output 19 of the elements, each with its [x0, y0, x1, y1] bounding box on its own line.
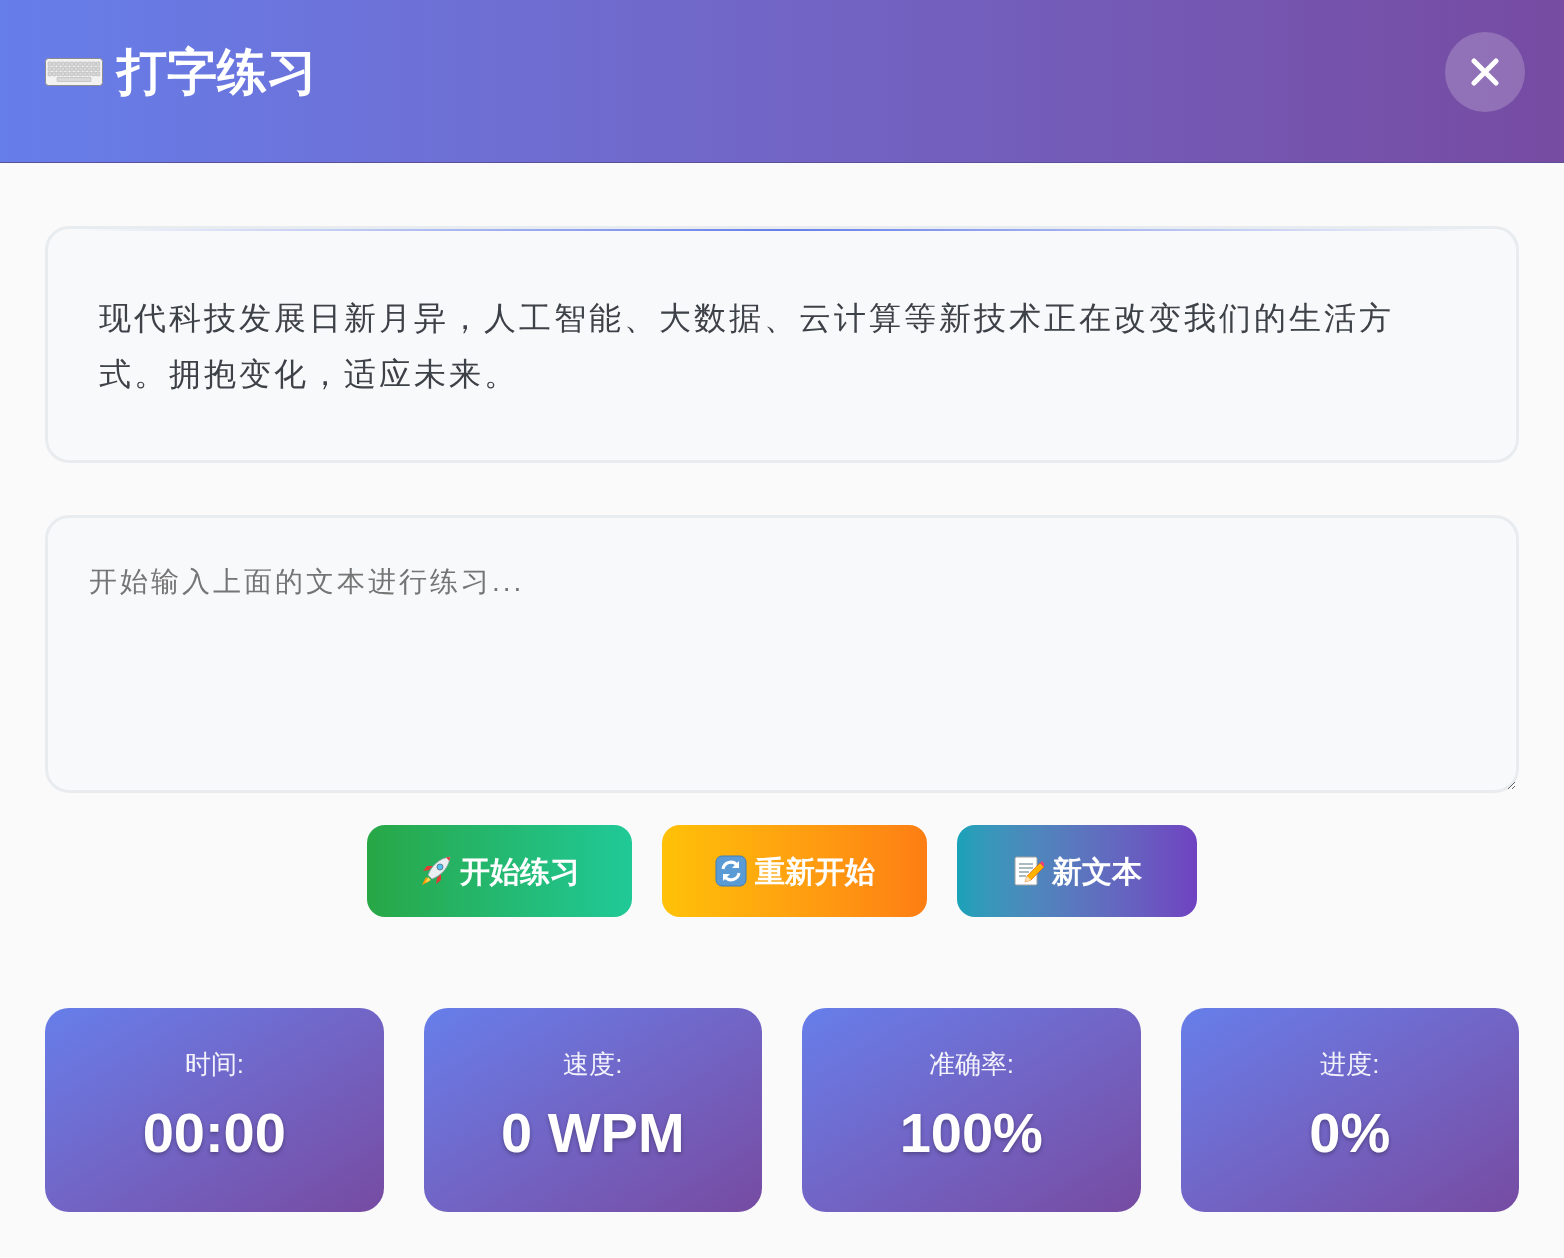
start-practice-button[interactable]: 开始练习 [367, 825, 632, 917]
sample-text: 现代科技发展日新月异，人工智能、大数据、云计算等新技术正在改变我们的生活方式。拥抱变化，适应未来。 [99, 299, 1395, 394]
keyboard-icon [45, 57, 103, 86]
stat-value: 100% [899, 1105, 1043, 1161]
stat-label: 时间: [184, 1051, 244, 1077]
stat-label: 准确率: [928, 1051, 1014, 1077]
stat-value: 00:00 [142, 1105, 286, 1161]
stat-label: 进度: [1320, 1051, 1380, 1077]
close-icon [1471, 57, 1499, 86]
stat-value: 0% [1309, 1105, 1391, 1161]
stat-value: 0 WPM [500, 1105, 685, 1161]
rocket-icon [419, 855, 452, 887]
memo-pencil-icon [1012, 855, 1044, 887]
refresh-icon [714, 855, 747, 887]
restart-button[interactable]: 重新开始 [662, 825, 927, 917]
new-text-button[interactable]: 新文本 [957, 825, 1197, 917]
app-title: 打字练习 [117, 46, 317, 97]
typing-field[interactable]: 开始输入上面的文本进行练习... [45, 515, 1519, 793]
stat-label: 速度: [563, 1051, 623, 1077]
